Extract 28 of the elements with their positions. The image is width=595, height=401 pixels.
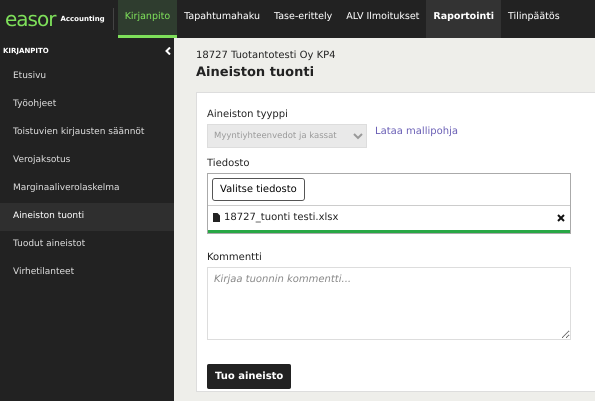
nav-tab[interactable]: Tapahtumahaku: [177, 0, 267, 38]
template-link[interactable]: Lataa mallipohja: [375, 124, 458, 138]
nav-tab[interactable]: Tase-erittely: [266, 0, 340, 38]
collapse-chevron-icon[interactable]: [165, 47, 171, 56]
comment-field[interactable]: Kirjaa tuonnin kommentti...: [207, 266, 571, 340]
sidebar-item[interactable]: Marginaaliverolaskelma: [0, 174, 174, 202]
company-name: 18727 Tuotantotesti Oy KP4: [196, 49, 337, 63]
nav-tab[interactable]: Kirjanpito: [118, 0, 178, 38]
file-name: 18727_tuonti testi.xlsx: [224, 211, 340, 225]
choose-file-button[interactable]: Valitse tiedosto: [212, 178, 305, 200]
nav-tab[interactable]: Tilinpäätös: [501, 0, 567, 38]
sidebar-item[interactable]: Aineiston tuonti: [0, 202, 174, 230]
submit-button[interactable]: Tuo aineisto: [207, 364, 292, 388]
nav-tab[interactable]: Raportointi: [426, 0, 502, 38]
remove-icon[interactable]: [557, 214, 565, 222]
field-label: Aineiston tyyppi: [207, 108, 289, 122]
nav-tab[interactable]: ALV Ilmoitukset: [339, 0, 426, 38]
sidebar-item[interactable]: Etusivu: [0, 62, 174, 90]
sidebar-item[interactable]: Toistuvien kirjausten säännöt: [0, 118, 174, 146]
sidebar-item[interactable]: Tuodut aineistot: [0, 230, 174, 258]
field-label: Kommentti: [207, 250, 263, 264]
sidebar-item[interactable]: Verojaksotus: [0, 146, 174, 174]
field-label: Tiedosto: [207, 156, 250, 170]
page-title: Aineiston tuonti: [196, 64, 316, 82]
file-icon: [213, 213, 220, 222]
sidebar-item[interactable]: Työohjeet: [0, 90, 174, 118]
sidebar-item[interactable]: Virhetilanteet: [0, 258, 174, 286]
logo: easor: [4, 9, 57, 29]
